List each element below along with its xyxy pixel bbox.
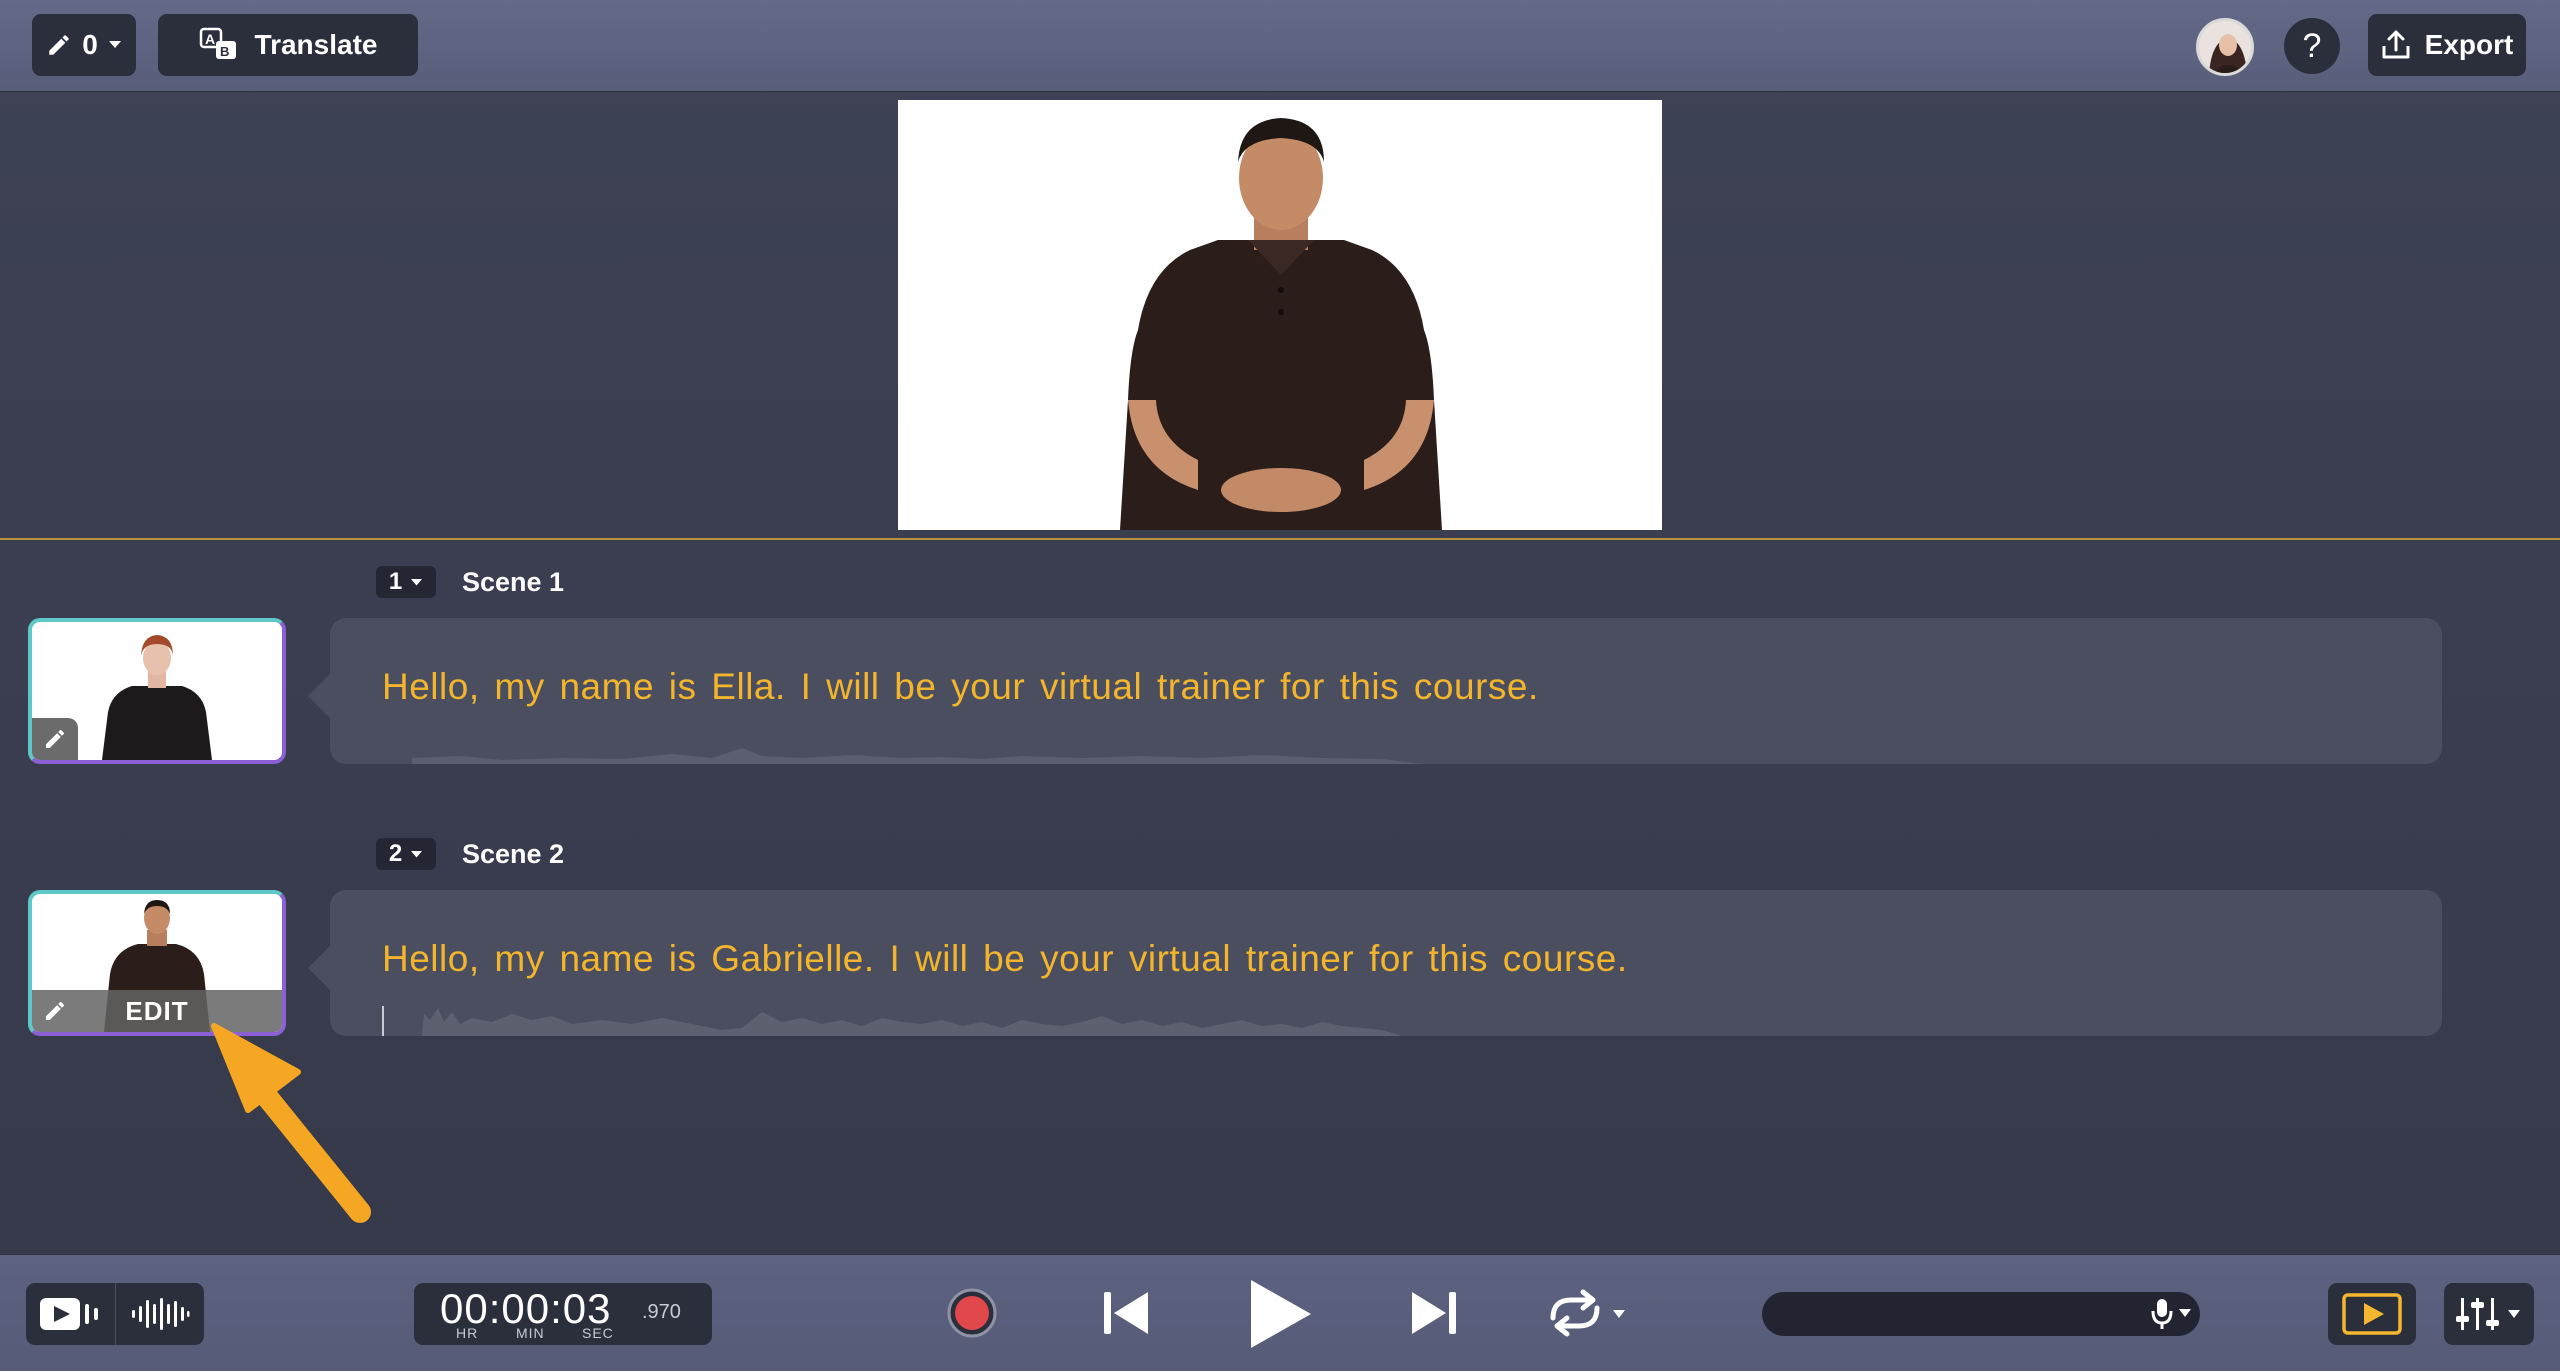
export-button[interactable]: Export (2368, 14, 2526, 76)
video-play-icon (40, 1298, 99, 1330)
svg-text:A: A (205, 31, 215, 47)
video-preview[interactable] (898, 100, 1662, 530)
svg-text:B: B (220, 44, 229, 59)
timecode-display: 00:00:03 .970 HR MIN SEC (414, 1283, 712, 1345)
loop-icon (1550, 1289, 1625, 1337)
scene-title: Scene 2 (462, 838, 565, 869)
timecode-unit-min: MIN (516, 1325, 545, 1341)
pencil-icon (46, 730, 64, 748)
timecode-unit-sec: SEC (582, 1325, 614, 1341)
presenter-image (898, 100, 1662, 530)
record-icon (947, 1288, 997, 1338)
translate-button[interactable]: A B Translate (158, 14, 418, 76)
bottom-transport-bar: 00:00:03 .970 HR MIN SEC (0, 1254, 2560, 1371)
play-square-icon (2342, 1293, 2402, 1335)
translate-label: Translate (254, 29, 378, 60)
audio-waveform (412, 748, 1422, 764)
skip-back-icon (1104, 1292, 1148, 1334)
chevron-down-icon (108, 41, 121, 48)
sliders-icon (2456, 1298, 2520, 1330)
scene-script-text[interactable]: Hello, my name is Ella. I will be your v… (382, 666, 1539, 708)
scene-number: 1 (388, 568, 403, 595)
help-button[interactable]: ? (2284, 18, 2340, 74)
timecode-unit-hr: HR (456, 1325, 479, 1341)
scene-number: 2 (388, 840, 403, 867)
edit-avatar-button[interactable] (32, 718, 78, 760)
timecode-milliseconds: .970 (642, 1301, 681, 1323)
translate-icon: A B (199, 27, 236, 59)
skip-forward-icon (1412, 1292, 1456, 1334)
app-window: 0 A B Translate ? Export 1 Scene 1 Hello… (0, 0, 2560, 1371)
edit-count-value: 0 (82, 29, 98, 60)
export-label: Export (2424, 29, 2514, 60)
skip-back-button[interactable] (1096, 1285, 1156, 1341)
scene-number-dropdown[interactable]: 1 (376, 566, 436, 598)
waveform-icon (131, 1298, 190, 1330)
scene-script-text[interactable]: Hello, my name is Gabrielle. I will be y… (382, 938, 1628, 980)
preview-playback-button[interactable] (2328, 1283, 2416, 1345)
pencil-icon (49, 35, 69, 55)
loop-dropdown[interactable] (1542, 1285, 1628, 1341)
play-button[interactable] (1242, 1277, 1318, 1351)
scene-number-dropdown[interactable]: 2 (376, 838, 436, 870)
scene-2-script-box[interactable]: Hello, my name is Gabrielle. I will be y… (308, 890, 2442, 1036)
audio-waveform (382, 1006, 1402, 1036)
play-icon (1251, 1280, 1311, 1348)
user-avatar[interactable] (2196, 18, 2254, 76)
edit-label: EDIT (125, 995, 189, 1026)
audio-level-meter (1762, 1292, 2200, 1336)
scene-1-header: 1 Scene 1 (376, 565, 564, 599)
scene-1-script-box[interactable]: Hello, my name is Ella. I will be your v… (308, 618, 2442, 764)
top-toolbar: 0 A B Translate ? Export (0, 0, 2560, 92)
question-icon: ? (2302, 26, 2322, 65)
chevron-down-icon (411, 578, 423, 585)
record-button[interactable] (944, 1285, 1000, 1341)
video-mode-button[interactable] (26, 1283, 115, 1345)
audio-settings-dropdown[interactable] (2444, 1283, 2534, 1345)
preview-divider (0, 538, 2560, 540)
scene-title: Scene 1 (462, 566, 565, 597)
chevron-down-icon (411, 850, 423, 857)
view-mode-toggle (26, 1283, 204, 1345)
avatar-image (2199, 21, 2251, 73)
microphone-dropdown[interactable] (2146, 1292, 2200, 1336)
scene-2-header: 2 Scene 2 (376, 837, 564, 871)
edit-avatar-button[interactable] (32, 990, 78, 1032)
microphone-icon (2151, 1299, 2191, 1329)
edit-count-dropdown[interactable]: 0 (32, 14, 136, 76)
skip-forward-button[interactable] (1404, 1285, 1464, 1341)
upload-icon (2382, 30, 2410, 59)
pencil-icon (46, 1002, 64, 1020)
audio-mode-button[interactable] (114, 1283, 205, 1345)
pointer-arrow-annotation (211, 1023, 371, 1223)
scene-1-avatar-thumbnail[interactable] (28, 618, 286, 764)
